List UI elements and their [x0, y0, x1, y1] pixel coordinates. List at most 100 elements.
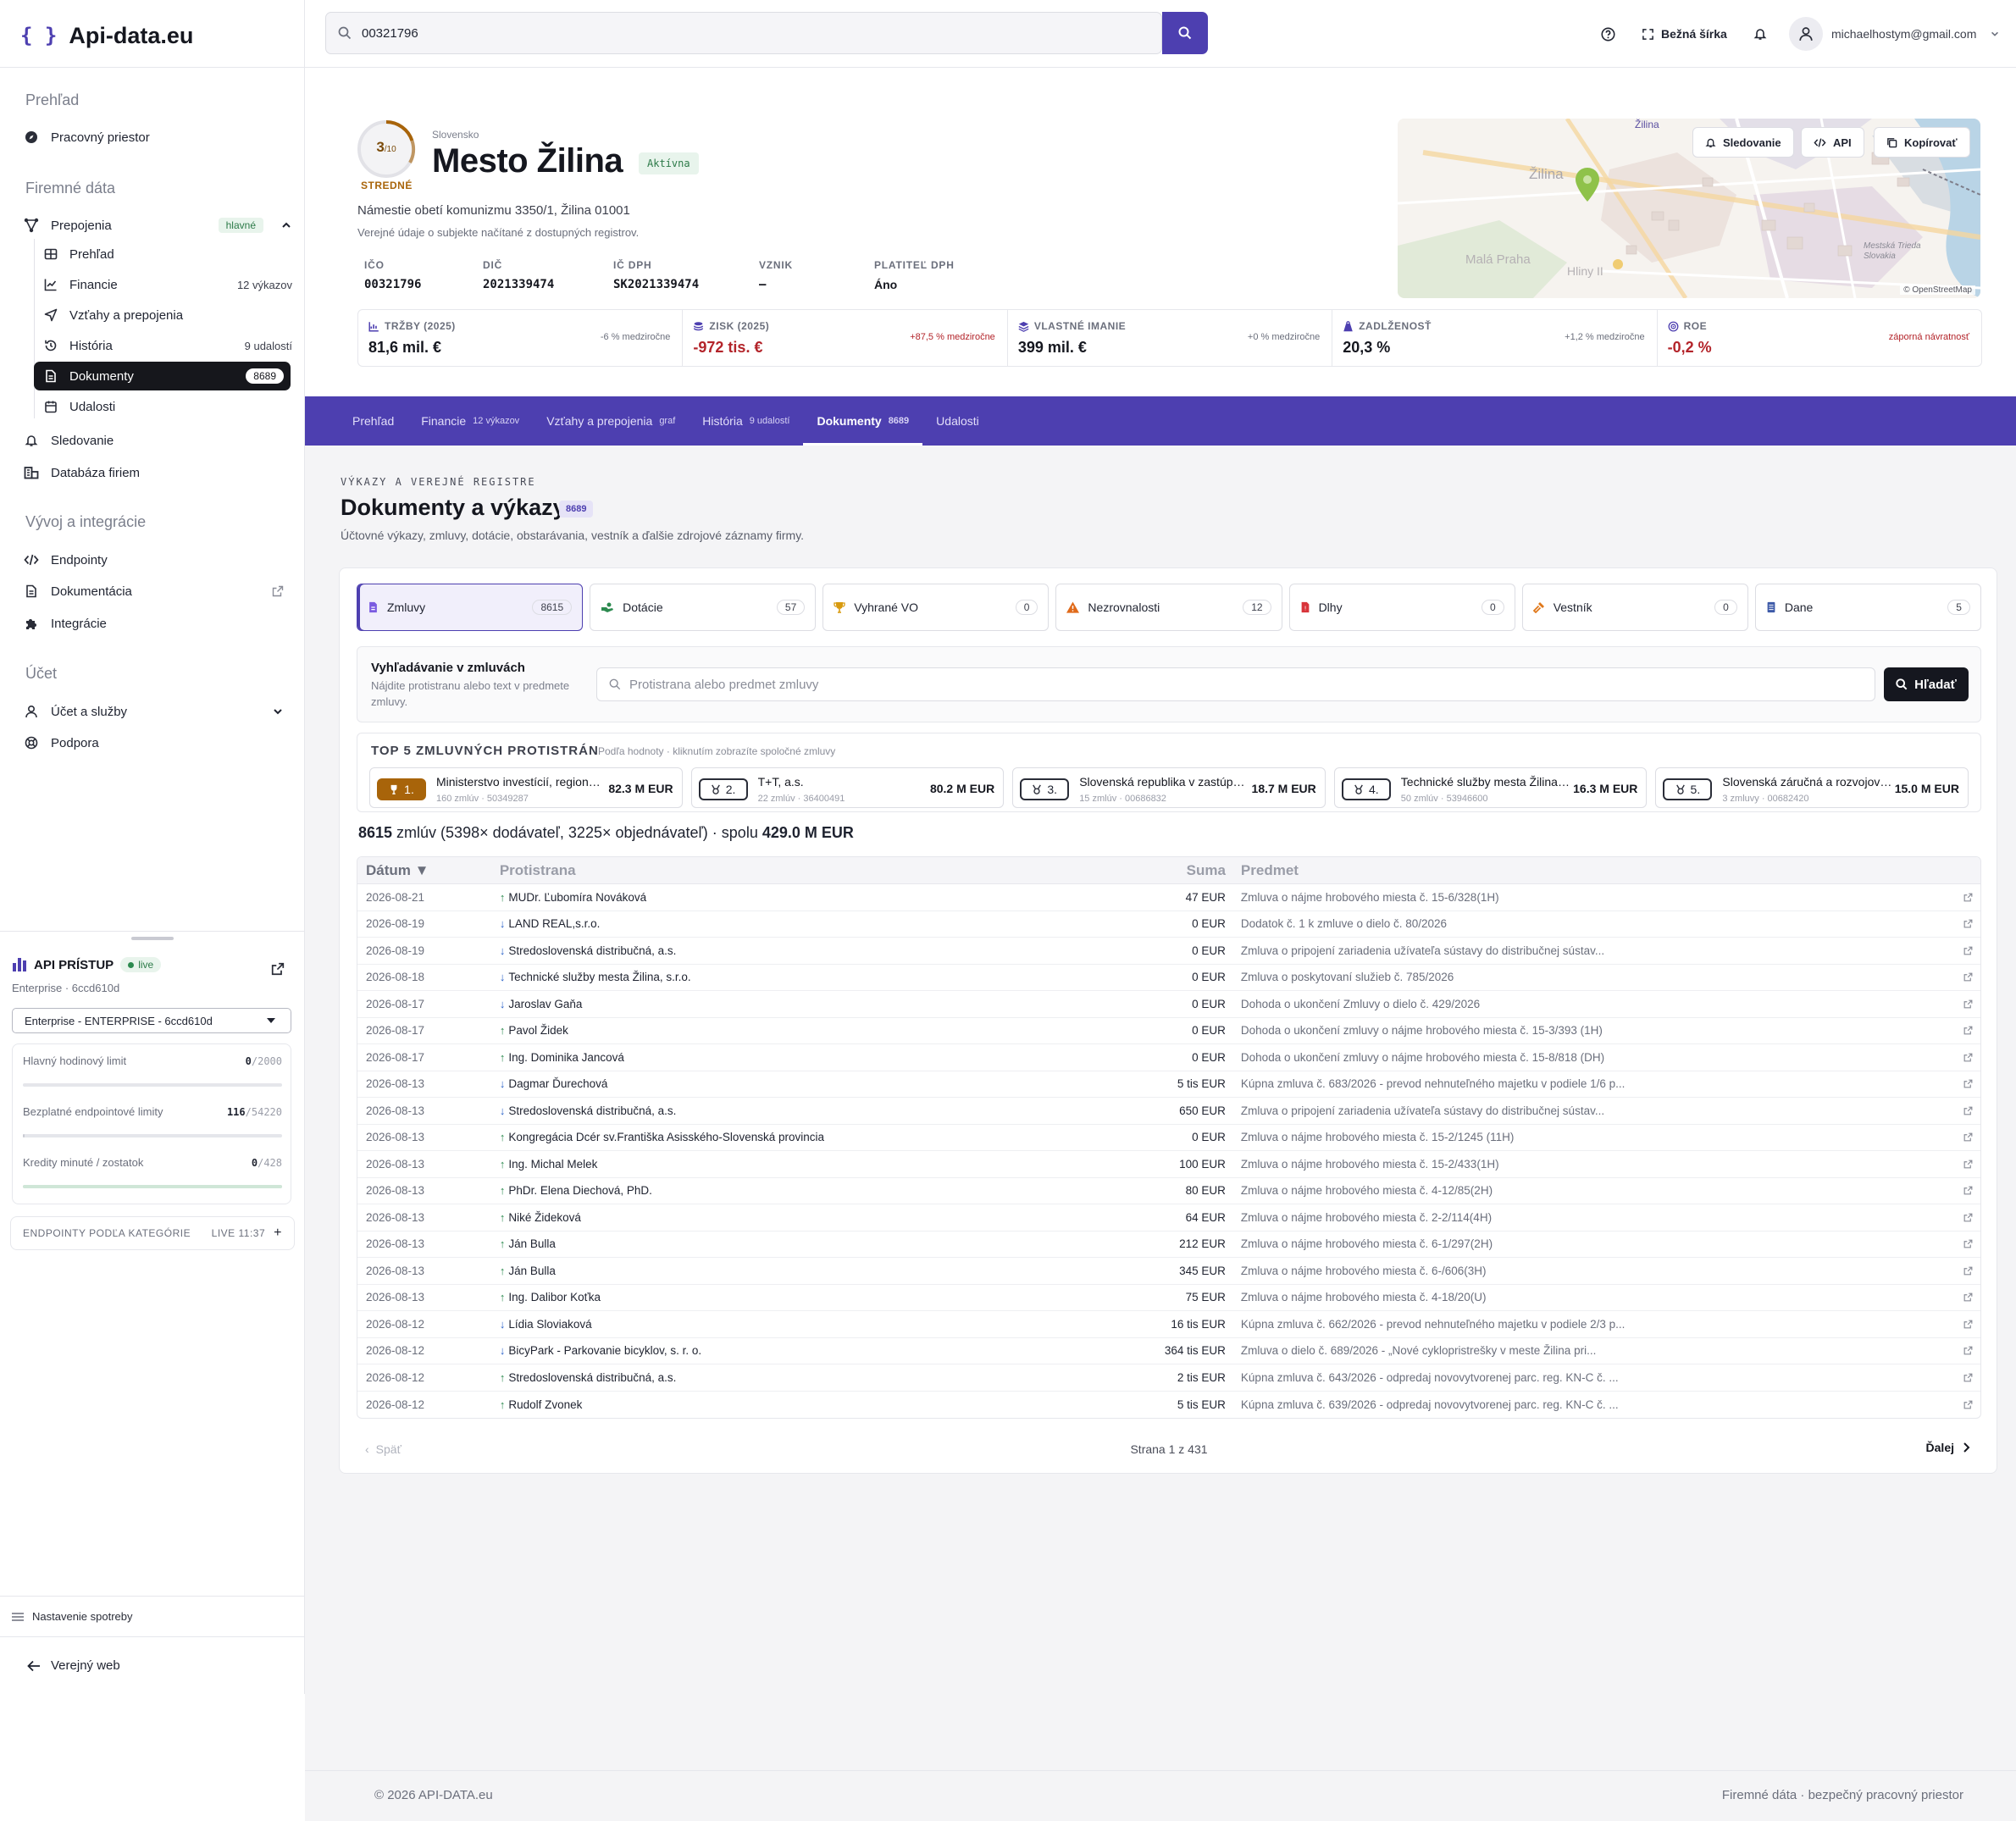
external-link-icon[interactable]	[1955, 999, 1980, 1009]
table-row[interactable]: 2026-08-12 ↓ Lídia Sloviaková 16 tis EUR Kúp…	[357, 1311, 1980, 1338]
external-link-icon[interactable]	[1955, 1320, 1980, 1329]
sidebar-item-docs[interactable]: Dokumentácia	[24, 578, 292, 605]
top-counterparty[interactable]: 5. Slovenská záručná a rozvojová banka 3 z…	[1655, 767, 1969, 808]
top-counterparty[interactable]: 2. T+T, a.s. 22 zmlúv · 36400491 80.2 M EUR	[690, 767, 1005, 808]
tab-relations[interactable]: Vzťahy a prepojenia graf	[533, 396, 689, 446]
cell-party[interactable]: ↑ Ing. Michal Melek	[500, 1158, 1151, 1171]
cell-party[interactable]: ↓ LAND REAL,s.r.o.	[500, 917, 1151, 930]
party-name[interactable]: Jaroslav Gaňa	[508, 998, 582, 1010]
table-row[interactable]: 2026-08-13 ↑ PhDr. Elena Diechová, PhD. 80 …	[357, 1178, 1980, 1204]
party-name[interactable]: Dagmar Ďurechová	[508, 1077, 607, 1090]
table-row[interactable]: 2026-08-12 ↓ BicyPark - Parkovanie bicyklo…	[357, 1338, 1980, 1364]
plan-select[interactable]: Enterprise - ENTERPRISE - 6ccd610d	[12, 1008, 291, 1033]
table-row[interactable]: 2026-08-18 ↓ Technické služby mesta Žilina…	[357, 965, 1980, 991]
chevron-down-icon[interactable]	[272, 706, 284, 717]
external-link-icon[interactable]	[1955, 1186, 1980, 1195]
cell-party[interactable]: ↑ Niké Žideková	[500, 1211, 1151, 1224]
category-contracts[interactable]: Zmluvy 8615	[357, 584, 584, 631]
sidebar-item-finance[interactable]: Financie 12 výkazov	[42, 270, 292, 299]
party-name[interactable]: Stredoslovenská distribučná, a.s.	[508, 1104, 676, 1117]
pager-prev-button[interactable]: ‹ Späť	[365, 1442, 402, 1456]
external-link-icon[interactable]	[1955, 893, 1980, 902]
consumption-settings[interactable]: Nastavenie spotreby	[0, 1596, 305, 1636]
sidebar-item-company-db[interactable]: Databáza firiem	[24, 459, 292, 486]
table-row[interactable]: 2026-08-12 ↑ Stredoslovenská distribučná, …	[357, 1364, 1980, 1392]
party-name[interactable]: Ing. Dalibor Koťka	[508, 1291, 601, 1303]
external-link-icon[interactable]	[1955, 919, 1980, 928]
party-name[interactable]: Kongregácia Dcér sv.Františka Asisského-…	[508, 1131, 824, 1143]
notifications-button[interactable]	[1753, 22, 1767, 46]
table-row[interactable]: 2026-08-13 ↑ Kongregácia Dcér sv.Františka…	[357, 1125, 1980, 1151]
sidebar-item-tracking[interactable]: Sledovanie	[24, 427, 292, 454]
external-link-icon[interactable]	[1955, 1106, 1980, 1115]
table-row[interactable]: 2026-08-13 ↓ Dagmar Ďurechová 5 tis EUR Kúpn…	[357, 1071, 1980, 1098]
category-bulletin[interactable]: Vestník 0	[1521, 584, 1748, 631]
party-name[interactable]: BicyPark - Parkovanie bicyklov, s. r. o.	[508, 1344, 701, 1357]
external-link-icon[interactable]	[1955, 1292, 1980, 1302]
pager-next-button[interactable]: Ďalej	[1926, 1441, 1971, 1454]
external-link-icon[interactable]	[1955, 1346, 1980, 1355]
party-name[interactable]: MUDr. Ľubomíra Nováková	[508, 891, 646, 904]
cell-party[interactable]: ↓ Stredoslovenská distribučná, a.s.	[500, 1104, 1151, 1117]
top-counterparty[interactable]: 1. Ministerstvo investícií, regionálneho …	[369, 767, 683, 808]
tab-events[interactable]: Udalosti	[922, 396, 993, 446]
external-link-icon[interactable]	[1955, 1373, 1980, 1382]
cell-party[interactable]: ↑ Ján Bulla	[500, 1237, 1151, 1250]
search-button[interactable]	[1162, 12, 1208, 54]
top-counterparty[interactable]: 4. Technické služby mesta Žilina, s.r.o. 5…	[1333, 767, 1648, 808]
external-link-icon[interactable]	[1955, 1400, 1980, 1409]
sidebar-item-relations[interactable]: Vzťahy a prepojenia	[42, 301, 292, 329]
external-link-icon[interactable]	[1955, 1213, 1980, 1222]
party-name[interactable]: Niké Žideková	[508, 1211, 581, 1224]
copy-button[interactable]: Kopírovať	[1874, 127, 1970, 158]
category-debts[interactable]: ! Dlhy 0	[1288, 584, 1515, 631]
public-web-link[interactable]: Verejný web	[0, 1636, 305, 1694]
external-link-icon[interactable]	[1955, 1053, 1980, 1062]
tab-history[interactable]: História 9 udalostí	[689, 396, 803, 446]
sidebar-item-connections[interactable]: Prepojenia hlavné	[24, 212, 292, 239]
plus-icon[interactable]: +	[274, 1226, 282, 1241]
cell-party[interactable]: ↓ Jaroslav Gaňa	[500, 998, 1151, 1010]
map-attribution[interactable]: © OpenStreetMap	[1900, 285, 1975, 295]
cell-party[interactable]: ↑ Rudolf Zvonek	[500, 1398, 1151, 1411]
help-button[interactable]	[1601, 22, 1615, 46]
contract-search-input[interactable]: Protistrana alebo predmet zmluvy	[596, 667, 1875, 701]
table-row[interactable]: 2026-08-13 ↑ Ján Bulla 212 EUR Zmluva o nájm…	[357, 1232, 1980, 1258]
table-row[interactable]: 2026-08-13 ↑ Ing. Michal Melek 100 EUR Zmluv…	[357, 1151, 1980, 1178]
cell-party[interactable]: ↑ Ing. Dalibor Koťka	[500, 1291, 1151, 1303]
table-row[interactable]: 2026-08-21 ↑ MUDr. Ľubomíra Nováková 47 EUR…	[357, 884, 1980, 911]
endpoints-by-category[interactable]: ENDPOINTY PODĽA KATEGÓRIE LIVE 11:37 +	[10, 1216, 295, 1250]
external-link-icon[interactable]	[1955, 1079, 1980, 1088]
category-irregularities[interactable]: Nezrovnalosti 12	[1055, 584, 1282, 631]
sidebar-item-documents[interactable]: Dokumenty 8689	[34, 362, 291, 390]
tab-overview[interactable]: Prehľad	[339, 396, 407, 446]
cell-party[interactable]: ↑ PhDr. Elena Diechová, PhD.	[500, 1184, 1151, 1197]
table-row[interactable]: 2026-08-19 ↓ Stredoslovenská distribučná, …	[357, 938, 1980, 965]
top-counterparty[interactable]: 3. Slovenská republika v zastúpení 15 zmlú…	[1012, 767, 1326, 808]
sidebar-item-support[interactable]: Podpora	[24, 729, 292, 756]
external-link-icon[interactable]	[1955, 1160, 1980, 1169]
search-field[interactable]: 00321796	[325, 12, 1162, 54]
category-subsidies[interactable]: Dotácie 57	[590, 584, 817, 631]
column-date[interactable]: Dátum ▼	[357, 862, 500, 879]
external-link-icon[interactable]	[1955, 1026, 1980, 1035]
table-row[interactable]: 2026-08-17 ↓ Jaroslav Gaňa 0 EUR Dohoda o uk…	[357, 991, 1980, 1018]
sidebar-item-endpoints[interactable]: Endpointy	[24, 546, 292, 573]
column-party[interactable]: Protistrana	[500, 862, 1151, 879]
party-name[interactable]: PhDr. Elena Diechová, PhD.	[508, 1184, 652, 1197]
party-name[interactable]: Ján Bulla	[508, 1265, 556, 1277]
table-row[interactable]: 2026-08-13 ↑ Ing. Dalibor Koťka 75 EUR Zmluv…	[357, 1285, 1980, 1311]
party-name[interactable]: LAND REAL,s.r.o.	[508, 917, 600, 930]
table-row[interactable]: 2026-08-17 ↑ Pavol Židek 0 EUR Dohoda o ukon…	[357, 1018, 1980, 1044]
column-amount[interactable]: Suma	[1151, 862, 1227, 879]
api-button[interactable]: API	[1801, 127, 1864, 158]
party-name[interactable]: Pavol Židek	[508, 1024, 568, 1037]
category-taxes[interactable]: Dane 5	[1754, 584, 1981, 631]
sidebar-item-account[interactable]: Účet a služby	[24, 698, 292, 725]
party-name[interactable]: Ing. Dominika Jancová	[508, 1051, 624, 1064]
cell-party[interactable]: ↑ Kongregácia Dcér sv.Františka Asisského…	[500, 1131, 1151, 1143]
table-row[interactable]: 2026-08-17 ↑ Ing. Dominika Jancová 0 EUR Doh…	[357, 1044, 1980, 1071]
external-link-icon[interactable]	[271, 962, 285, 976]
party-name[interactable]: Lídia Sloviaková	[508, 1318, 591, 1331]
tab-finance[interactable]: Financie 12 výkazov	[407, 396, 533, 446]
